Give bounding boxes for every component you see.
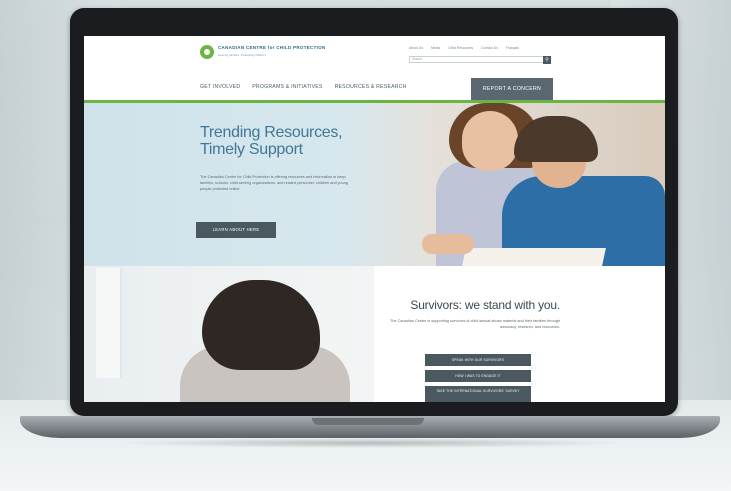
laptop-shadow bbox=[110, 438, 630, 448]
survivors-button-3[interactable]: TAKE THE INTERNATIONAL SURVIVORS' SURVEY bbox=[425, 386, 531, 402]
utility-links: About Us Media Child Resources Contact U… bbox=[409, 46, 519, 50]
site-header: CANADIAN CENTRE for CHILD PROTECTION Hel… bbox=[84, 36, 665, 104]
utility-link-language[interactable]: Français bbox=[506, 46, 519, 50]
search-input[interactable]: Search bbox=[409, 56, 547, 63]
magnifier-icon[interactable]: ⚲ bbox=[543, 56, 551, 64]
survivors-button-1[interactable]: SPEAK WITH OUR SURVIVORS bbox=[425, 354, 531, 366]
survivors-photo-window bbox=[96, 268, 122, 378]
utility-link-contact[interactable]: Contact Us bbox=[481, 46, 498, 50]
hero-photo-paper bbox=[462, 248, 606, 266]
laptop-notch bbox=[312, 418, 424, 425]
logo-tagline: Helping families. Protecting children. bbox=[218, 53, 267, 57]
ring-logo-icon[interactable] bbox=[200, 45, 214, 59]
laptop-screen: CANADIAN CENTRE for CHILD PROTECTION Hel… bbox=[84, 36, 665, 402]
learn-more-button[interactable]: LEARN ABOUT HERE bbox=[196, 222, 276, 238]
utility-link-about[interactable]: About Us bbox=[409, 46, 423, 50]
report-concern-button[interactable]: REPORT A CONCERN bbox=[471, 78, 553, 100]
survivors-title: Survivors: we stand with you. bbox=[410, 298, 560, 312]
main-nav: GET INVOLVED PROGRAMS & INITIATIVES RESO… bbox=[200, 84, 407, 90]
nav-resources[interactable]: RESOURCES & RESEARCH bbox=[335, 84, 407, 90]
hero-photo-woman-face bbox=[462, 111, 518, 171]
logo-name[interactable]: CANADIAN CENTRE for CHILD PROTECTION bbox=[218, 45, 326, 50]
nav-get-involved[interactable]: GET INVOLVED bbox=[200, 84, 240, 90]
nav-programs[interactable]: PROGRAMS & INITIATIVES bbox=[252, 84, 322, 90]
utility-link-child-resources[interactable]: Child Resources bbox=[448, 46, 473, 50]
utility-link-media[interactable]: Media bbox=[431, 46, 440, 50]
survivors-body: The Canadian Centre is supporting surviv… bbox=[390, 319, 560, 329]
hero-photo-hand bbox=[422, 234, 474, 254]
survivors-button-2[interactable]: HOW I WAS TO ENGAGE IT bbox=[425, 370, 531, 382]
hero-body: The Canadian Centre for Child Protection… bbox=[200, 175, 348, 191]
hero-title: Trending Resources, Timely Support bbox=[200, 124, 343, 158]
